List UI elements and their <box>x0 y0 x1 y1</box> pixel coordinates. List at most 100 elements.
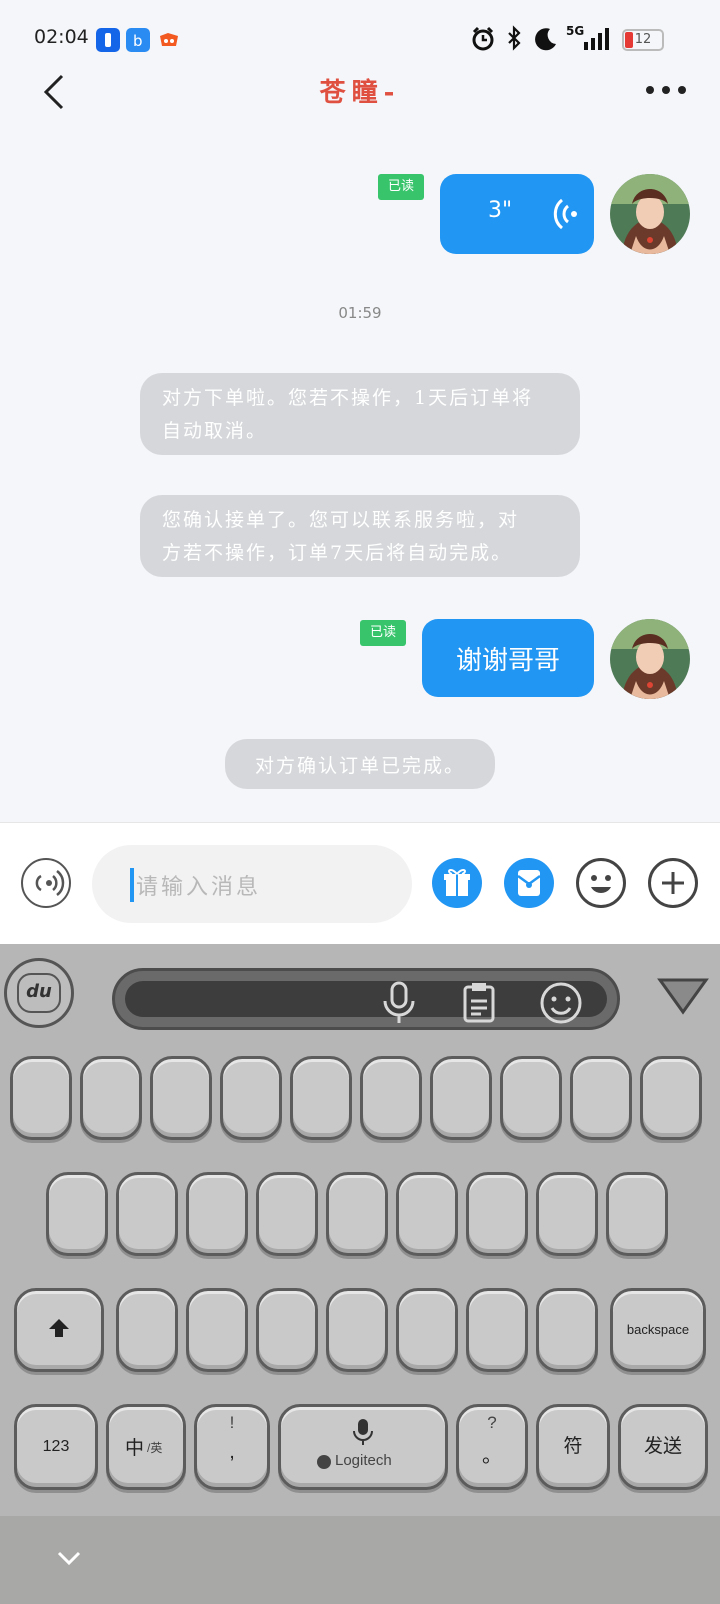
letter-key[interactable] <box>256 1172 318 1256</box>
input-bar: 请输入消息 <box>0 822 720 945</box>
letter-key[interactable] <box>150 1056 212 1140</box>
clipboard-key[interactable] <box>459 981 499 1029</box>
system-message-line: 自动取消。 <box>162 420 268 442</box>
period-key[interactable]: ? 。 <box>456 1404 528 1490</box>
more-dots-icon <box>646 86 686 94</box>
gift-button[interactable] <box>432 858 482 908</box>
punctuation-alt: ! <box>229 1413 235 1432</box>
clipboard-icon <box>463 983 495 1023</box>
letter-key[interactable] <box>360 1056 422 1140</box>
letter-key[interactable] <box>186 1288 248 1372</box>
message-timestamp: 01:59 <box>338 304 382 322</box>
read-badge: 已读 <box>360 620 406 646</box>
letter-key[interactable] <box>116 1288 178 1372</box>
language-switch-key[interactable]: 中 /英 <box>106 1404 186 1490</box>
space-key[interactable]: Logitech <box>278 1404 448 1490</box>
letter-key[interactable] <box>326 1172 388 1256</box>
text-cursor <box>130 868 134 902</box>
logitech-logo-icon <box>317 1455 331 1469</box>
text-message-content: 谢谢哥哥 <box>455 646 560 676</box>
system-message: 对方下单啦。您若不操作，1天后订单将 自动取消。 <box>140 373 580 455</box>
bluetooth-icon <box>506 24 522 54</box>
symbol-key[interactable]: 符 <box>536 1404 610 1490</box>
letter-key[interactable] <box>396 1288 458 1372</box>
emoji-button[interactable] <box>576 858 626 908</box>
do-not-disturb-moon-icon <box>532 24 558 54</box>
letter-key[interactable] <box>220 1056 282 1140</box>
language-primary: 中 <box>125 1438 145 1459</box>
collapse-keyboard-button[interactable] <box>656 974 710 1022</box>
more-plus-button[interactable] <box>648 858 698 908</box>
letter-key[interactable] <box>536 1172 598 1256</box>
letter-key[interactable] <box>570 1056 632 1140</box>
keyboard: du backspace 123 中 /英 ! , Logitech ? 。 符… <box>0 944 720 1516</box>
alarm-icon <box>470 24 496 54</box>
system-message-line: 方若不操作，订单7天后将自动完成。 <box>162 542 513 564</box>
letter-key[interactable] <box>10 1056 72 1140</box>
emoji-key[interactable] <box>539 981 583 1029</box>
shift-key[interactable] <box>14 1288 104 1372</box>
system-message: 对方确认订单已完成。 <box>225 739 495 789</box>
voice-duration: 3" <box>488 198 513 223</box>
battery-level: 12 <box>634 32 652 47</box>
red-packet-button[interactable] <box>504 858 554 908</box>
system-message-line: 对方下单啦。您若不操作，1天后订单将 <box>162 387 534 409</box>
hide-keyboard-button[interactable] <box>54 1546 84 1574</box>
triangle-down-icon <box>657 978 709 1015</box>
letter-key[interactable] <box>80 1056 142 1140</box>
read-badge: 已读 <box>378 174 424 200</box>
user-avatar[interactable] <box>610 619 690 699</box>
keyboard-toolbar <box>112 968 620 1030</box>
letter-key[interactable] <box>326 1288 388 1372</box>
letter-key[interactable] <box>46 1172 108 1256</box>
system-message-line: 您确认接单了。您可以联系服务啦，对 <box>162 509 520 531</box>
language-secondary: /英 <box>147 1441 163 1455</box>
system-message: 您确认接单了。您可以联系服务啦，对 方若不操作，订单7天后将自动完成。 <box>140 495 580 577</box>
shift-arrow-icon <box>49 1319 69 1337</box>
flashlight-app-icon <box>96 28 120 52</box>
letter-key[interactable] <box>536 1288 598 1372</box>
voice-input-button[interactable] <box>21 858 71 908</box>
du-logo: du <box>17 973 61 1013</box>
voice-message-bubble[interactable]: 3" <box>440 174 594 254</box>
number-mode-key[interactable]: 123 <box>14 1404 98 1490</box>
microphone-icon <box>383 981 415 1023</box>
letter-key[interactable] <box>430 1056 492 1140</box>
letter-key[interactable] <box>606 1172 668 1256</box>
keyboard-bottom-bar <box>0 1516 720 1604</box>
send-key[interactable]: 发送 <box>618 1404 708 1490</box>
smile-icon <box>540 982 582 1024</box>
user-avatar[interactable] <box>610 174 690 254</box>
backspace-key[interactable]: backspace <box>610 1288 706 1372</box>
letter-key[interactable] <box>186 1172 248 1256</box>
baidu-input-logo-button[interactable]: du <box>4 958 74 1028</box>
voice-input-key[interactable] <box>379 981 419 1029</box>
letter-key[interactable] <box>500 1056 562 1140</box>
letter-key[interactable] <box>396 1172 458 1256</box>
toolbar-track <box>125 981 607 1017</box>
letter-key[interactable] <box>466 1172 528 1256</box>
more-options-button[interactable] <box>644 80 688 100</box>
letter-key[interactable] <box>466 1288 528 1372</box>
letter-key[interactable] <box>290 1056 352 1140</box>
battery-icon: 12 <box>622 29 664 51</box>
voice-wave-icon <box>35 870 65 896</box>
period-main: 。 <box>482 1445 502 1467</box>
signal-icon <box>582 24 614 54</box>
red-packet-icon <box>517 870 541 896</box>
bilibili-app-icon: b <box>126 28 150 52</box>
svg-text:b: b <box>133 32 143 50</box>
period-alt: ? <box>487 1413 497 1432</box>
letter-key[interactable] <box>116 1172 178 1256</box>
letter-key[interactable] <box>640 1056 702 1140</box>
input-placeholder: 请输入消息 <box>136 875 262 900</box>
message-input[interactable]: 请输入消息 <box>92 845 412 923</box>
microphone-icon <box>353 1419 373 1445</box>
text-message-bubble[interactable]: 谢谢哥哥 <box>422 619 594 697</box>
punctuation-key[interactable]: ! , <box>194 1404 270 1490</box>
gift-icon <box>444 868 470 896</box>
voice-wave-icon <box>553 198 577 230</box>
system-message-line: 对方确认订单已完成。 <box>254 755 465 777</box>
letter-key[interactable] <box>256 1288 318 1372</box>
chat-title: 苍瞳- <box>319 78 401 108</box>
